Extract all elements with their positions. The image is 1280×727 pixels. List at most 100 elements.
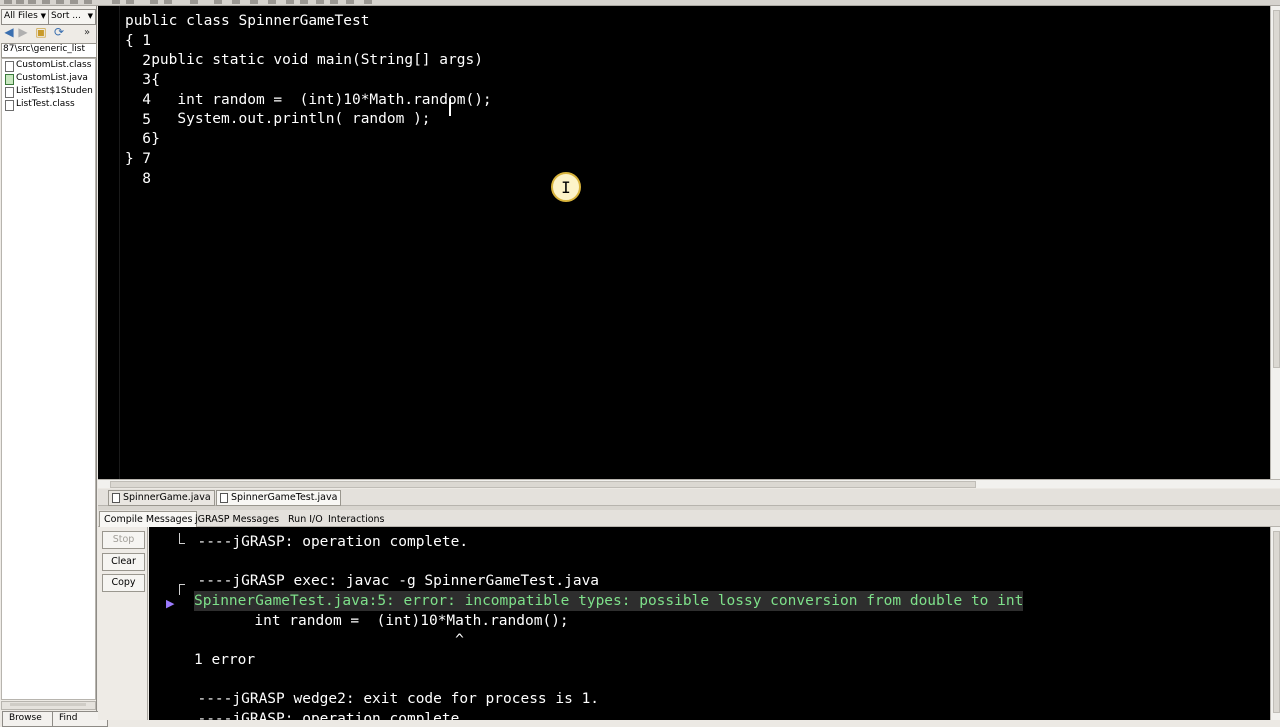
code-line: 1 public class SpinnerGameTest [98, 11, 369, 49]
error-marker-icon[interactable]: ▶ [166, 597, 178, 611]
console-line: ----jGRASP exec: javac -g SpinnerGameTes… [180, 573, 600, 589]
code-line: 2{ [98, 31, 151, 69]
file-filter-select[interactable]: All Files ▼ [1, 9, 49, 25]
clear-button-label: Clear [111, 556, 136, 567]
tab-interactions[interactable]: Interactions [323, 511, 390, 528]
code-text: { [125, 72, 160, 88]
toolbar-icon[interactable] [232, 0, 240, 4]
copy-button-label: Copy [111, 577, 136, 588]
console-line: ^ [202, 632, 464, 648]
file-item[interactable]: ListTest$1Studen [2, 85, 95, 98]
file-browser-panel: All Files ▼ Sort ... ▼ ◀ ▶ ▣ ⟳ » 87\src\… [0, 6, 108, 727]
toolbar-icon[interactable] [316, 0, 324, 4]
console-line: ----jGRASP wedge2: exit code for process… [180, 691, 600, 707]
toolbar-icon[interactable] [70, 0, 78, 4]
file-item[interactable]: ListTest.class [2, 98, 95, 111]
console-error-line[interactable]: SpinnerGameTest.java:5: error: incompati… [194, 591, 1024, 611]
code-line: 6 System.out.println( random ); [98, 109, 430, 147]
toolbar-icon[interactable] [164, 0, 172, 4]
toolbar-icon[interactable] [346, 0, 354, 4]
class-file-icon [5, 61, 14, 72]
toolbar-icon[interactable] [4, 0, 12, 4]
console-line: ----jGRASP: operation complete. [180, 534, 469, 550]
toolbar-icon[interactable] [300, 0, 308, 4]
find-button-label: Find [59, 713, 78, 723]
text-caret [449, 99, 451, 116]
line-number: 8 [142, 171, 151, 187]
toolbar-icon[interactable] [126, 0, 134, 4]
toolbar-icon[interactable] [42, 0, 50, 4]
toolbar-icon[interactable] [28, 0, 36, 4]
clear-button[interactable]: Clear [102, 553, 145, 571]
folder-up-icon[interactable]: ▣ [34, 26, 48, 39]
forward-arrow-icon[interactable]: ▶ [16, 26, 30, 39]
toolbar-icon[interactable] [268, 0, 276, 4]
code-text: { [125, 33, 134, 49]
toolbar-icon[interactable] [250, 0, 258, 4]
browse-button-label: Browse [9, 713, 42, 723]
class-file-icon [5, 87, 14, 98]
tab-jgrasp-messages[interactable]: jGRASP Messages [190, 511, 284, 528]
code-line: 3 public static void main(String[] args) [98, 50, 483, 88]
code-line: 7 } [98, 129, 160, 167]
file-list-hscrollbar[interactable] [1, 701, 96, 710]
code-text: public class SpinnerGameTest [125, 13, 370, 29]
code-text: public static void main(String[] args) [125, 52, 483, 68]
toolbar-icon[interactable] [112, 0, 120, 4]
code-text: } [125, 131, 160, 147]
copy-button[interactable]: Copy [102, 574, 145, 592]
file-name: CustomList.java [16, 73, 88, 83]
toolbar-icon[interactable] [56, 0, 64, 4]
file-tab-bar: SpinnerGame.java SpinnerGameTest.java [98, 489, 1280, 506]
message-tab-bar: Compile Messages jGRASP Messages Run I/O… [98, 510, 1280, 528]
stop-button[interactable]: Stop [102, 531, 145, 549]
code-text: int random = (int)10*Math.random(); [125, 92, 492, 108]
back-arrow-icon[interactable]: ◀ [2, 26, 16, 39]
toolbar-icon[interactable] [150, 0, 158, 4]
tab-spinnergame-java[interactable]: SpinnerGame.java [108, 490, 215, 506]
file-name: ListTest$1Studen [16, 86, 93, 96]
toolbar-icon[interactable] [190, 0, 198, 4]
code-editor[interactable]: 1 public class SpinnerGameTest 2{ 3 publi… [98, 6, 1270, 479]
tab-compile-messages[interactable]: Compile Messages [99, 511, 198, 528]
file-name: CustomList.class [16, 60, 92, 70]
tab-label: Run I/O [288, 514, 323, 525]
toolbar-icon[interactable] [84, 0, 92, 4]
editor-hscrollbar[interactable] [98, 479, 1280, 488]
directory-path: 87\src\generic_list [3, 44, 86, 54]
editor-vscrollbar[interactable] [1270, 6, 1280, 486]
tab-run-io[interactable]: Run I/O [283, 511, 328, 528]
tab-label: Compile Messages [104, 514, 193, 525]
directory-path-field[interactable]: 87\src\generic_list [1, 43, 97, 58]
file-list: CustomList.class CustomList.java ListTes… [1, 58, 96, 700]
toolbar-icon[interactable] [16, 0, 24, 4]
console-line: int random = (int)10*Math.random(); [202, 613, 569, 629]
code-line: 4 { [98, 70, 160, 108]
more-chevron-icon[interactable]: » [80, 26, 94, 39]
tab-spinnergametest-java[interactable]: SpinnerGameTest.java [216, 490, 342, 506]
console-vscrollbar[interactable] [1270, 527, 1280, 720]
toolbar-icon[interactable] [330, 0, 338, 4]
tab-label: jGRASP Messages [195, 514, 280, 525]
text-cursor-icon: I [561, 178, 571, 197]
tab-label: SpinnerGameTest.java [231, 492, 338, 503]
compile-messages-console[interactable]: ----jGRASP: operation complete. ----jGRA… [149, 527, 1270, 720]
browser-nav-bar: ◀ ▶ ▣ ⟳ » [2, 26, 94, 40]
code-line: 5 int random = (int)10*Math.random(); [98, 90, 491, 128]
file-item[interactable]: CustomList.java [2, 72, 95, 85]
toolbar-icon[interactable] [286, 0, 294, 4]
code-line: 8} [98, 149, 151, 187]
code-text: System.out.println( random ); [125, 111, 431, 127]
refresh-icon[interactable]: ⟳ [52, 26, 66, 39]
console-line: ----jGRASP: operation complete. [180, 711, 469, 720]
tab-label: SpinnerGame.java [123, 492, 211, 503]
java-file-icon [112, 493, 120, 503]
sort-select[interactable]: Sort ... ▼ [48, 9, 96, 25]
chevron-down-icon: ▼ [40, 12, 46, 20]
toolbar-icon[interactable] [214, 0, 222, 4]
file-item[interactable]: CustomList.class [2, 59, 95, 72]
tab-label: Interactions [328, 514, 385, 525]
toolbar-icon[interactable] [364, 0, 372, 4]
code-text: } [125, 151, 134, 167]
java-file-icon [220, 493, 228, 503]
